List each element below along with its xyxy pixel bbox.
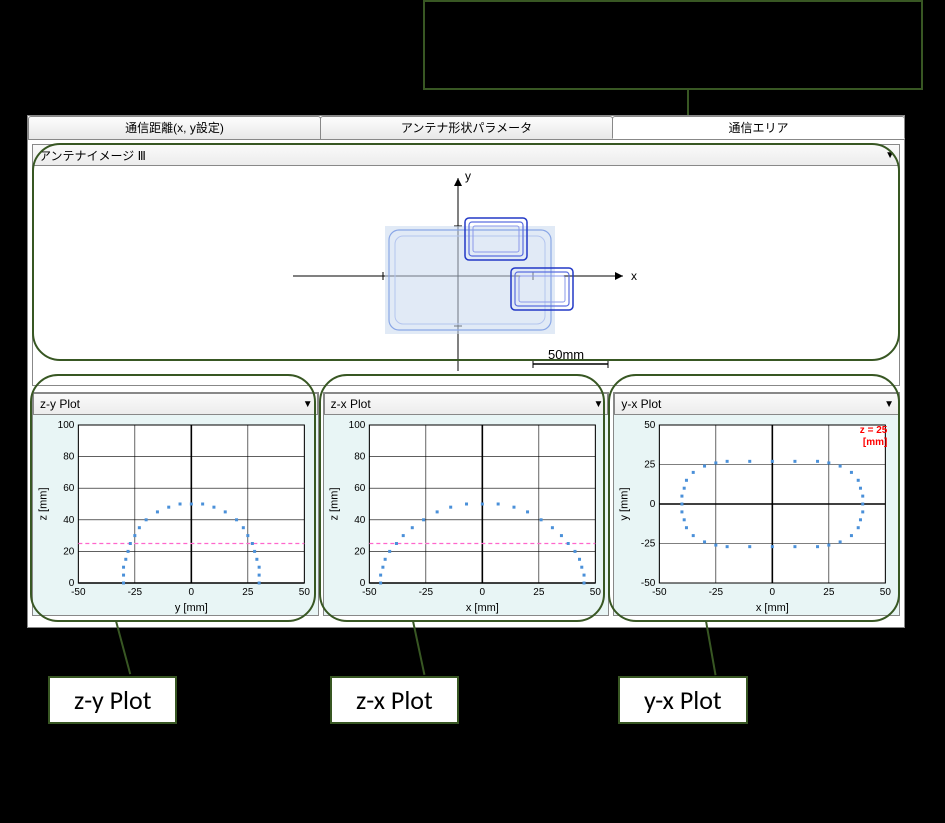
svg-text:0: 0	[479, 587, 485, 598]
callout-line-zx	[412, 621, 425, 675]
zx-plot-header[interactable]: z-x Plot ▼	[324, 393, 609, 415]
svg-text:25: 25	[533, 587, 545, 598]
svg-text:0: 0	[770, 587, 776, 598]
svg-text:z = 25: z = 25	[860, 425, 888, 436]
svg-text:50: 50	[880, 587, 892, 598]
dropdown-icon[interactable]: ▼	[885, 150, 895, 161]
zy-plot-body: -50-2502550020406080100y [mm]z [mm]	[33, 415, 318, 615]
svg-text:-50: -50	[641, 578, 656, 589]
svg-text:60: 60	[354, 483, 366, 494]
yx-plot-title: y-x Plot	[621, 397, 661, 411]
svg-text:25: 25	[242, 587, 254, 598]
svg-text:y [mm]: y [mm]	[175, 602, 208, 614]
tab-antenna-params[interactable]: アンテナ形状パラメータ	[320, 116, 613, 139]
svg-text:x [mm]: x [mm]	[466, 602, 499, 614]
callout-line-yx	[705, 621, 717, 676]
zy-plot-header[interactable]: z-y Plot ▼	[33, 393, 318, 415]
plot-row: z-y Plot ▼ -50 -25 0 25 50 0 20 40 60 80 100 y [mm]…	[32, 392, 900, 616]
tab-bar: 通信距離(x, y設定) アンテナ形状パラメータ 通信エリア	[28, 116, 904, 140]
svg-text:40: 40	[63, 515, 75, 526]
svg-text:80: 80	[63, 452, 75, 463]
yx-plot-body: -50-2502550-50-2502550x [mm]y [mm]z = 25…	[614, 415, 899, 615]
zx-plot-svg: -50-2502550020406080100x [mm]z [mm]	[324, 415, 609, 615]
svg-text:[mm]: [mm]	[863, 437, 887, 448]
svg-text:-25: -25	[128, 587, 143, 598]
svg-text:80: 80	[354, 452, 366, 463]
svg-text:0: 0	[69, 578, 75, 589]
svg-text:-25: -25	[418, 587, 433, 598]
panel-content: アンテナイメージ Ⅲ ▼ x y	[28, 140, 904, 620]
svg-text:x [mm]: x [mm]	[756, 602, 789, 614]
antenna-panel-header[interactable]: アンテナイメージ Ⅲ ▼	[32, 144, 900, 166]
callout-label-zy: z-y Plot	[48, 676, 177, 724]
annotation-box-top	[423, 0, 923, 90]
antenna-diagram: x y	[33, 166, 901, 384]
zx-plot-body: -50-2502550020406080100x [mm]z [mm]	[324, 415, 609, 615]
tab-comm-area[interactable]: 通信エリア	[612, 116, 905, 139]
svg-text:0: 0	[359, 578, 365, 589]
dropdown-icon[interactable]: ▼	[593, 399, 603, 410]
callout-line-zy	[115, 621, 131, 675]
callout-label-yx: y-x Plot	[618, 676, 748, 724]
svg-text:y [mm]: y [mm]	[619, 488, 631, 521]
svg-text:50: 50	[299, 587, 311, 598]
zy-plot-title: z-y Plot	[40, 397, 80, 411]
yx-plot-pane: y-x Plot ▼ -50-2502550-50-2502550x [mm]y…	[613, 392, 900, 616]
zy-plot-svg: -50-2502550020406080100y [mm]z [mm]	[33, 415, 318, 615]
dropdown-icon[interactable]: ▼	[303, 399, 313, 410]
scale-label: 50mm	[548, 347, 584, 362]
x-axis-label: x	[631, 269, 637, 283]
tab-comm-distance[interactable]: 通信距離(x, y設定)	[28, 116, 321, 139]
dropdown-icon[interactable]: ▼	[884, 399, 894, 410]
callout-label-zx: z-x Plot	[330, 676, 459, 724]
svg-text:25: 25	[824, 587, 836, 598]
svg-text:25: 25	[645, 460, 657, 471]
svg-text:0: 0	[650, 499, 656, 510]
svg-text:20: 20	[63, 546, 75, 557]
svg-text:-25: -25	[709, 587, 724, 598]
yx-plot-svg: -50-2502550-50-2502550x [mm]y [mm]z = 25…	[614, 415, 899, 615]
yx-plot-header[interactable]: y-x Plot ▼	[614, 393, 899, 415]
svg-text:50: 50	[589, 587, 601, 598]
svg-text:50: 50	[645, 420, 657, 431]
svg-text:-25: -25	[641, 539, 656, 550]
zx-plot-title: z-x Plot	[331, 397, 371, 411]
main-window: 通信距離(x, y設定) アンテナ形状パラメータ 通信エリア アンテナイメージ …	[27, 115, 905, 628]
antenna-panel-title: アンテナイメージ Ⅲ	[39, 147, 146, 164]
zx-plot-pane: z-x Plot ▼ -50-2502550020406080100x [mm]…	[323, 392, 610, 616]
svg-text:60: 60	[63, 483, 75, 494]
svg-text:z [mm]: z [mm]	[328, 488, 340, 521]
svg-text:z [mm]: z [mm]	[37, 488, 49, 521]
svg-text:0: 0	[189, 587, 195, 598]
svg-text:40: 40	[354, 515, 366, 526]
antenna-image-area: x y	[32, 166, 900, 386]
svg-text:100: 100	[58, 420, 75, 431]
svg-text:20: 20	[354, 546, 366, 557]
zy-plot-pane: z-y Plot ▼ -50-2502550020406080100y [mm]…	[32, 392, 319, 616]
svg-text:100: 100	[348, 420, 365, 431]
y-axis-label: y	[465, 169, 471, 183]
